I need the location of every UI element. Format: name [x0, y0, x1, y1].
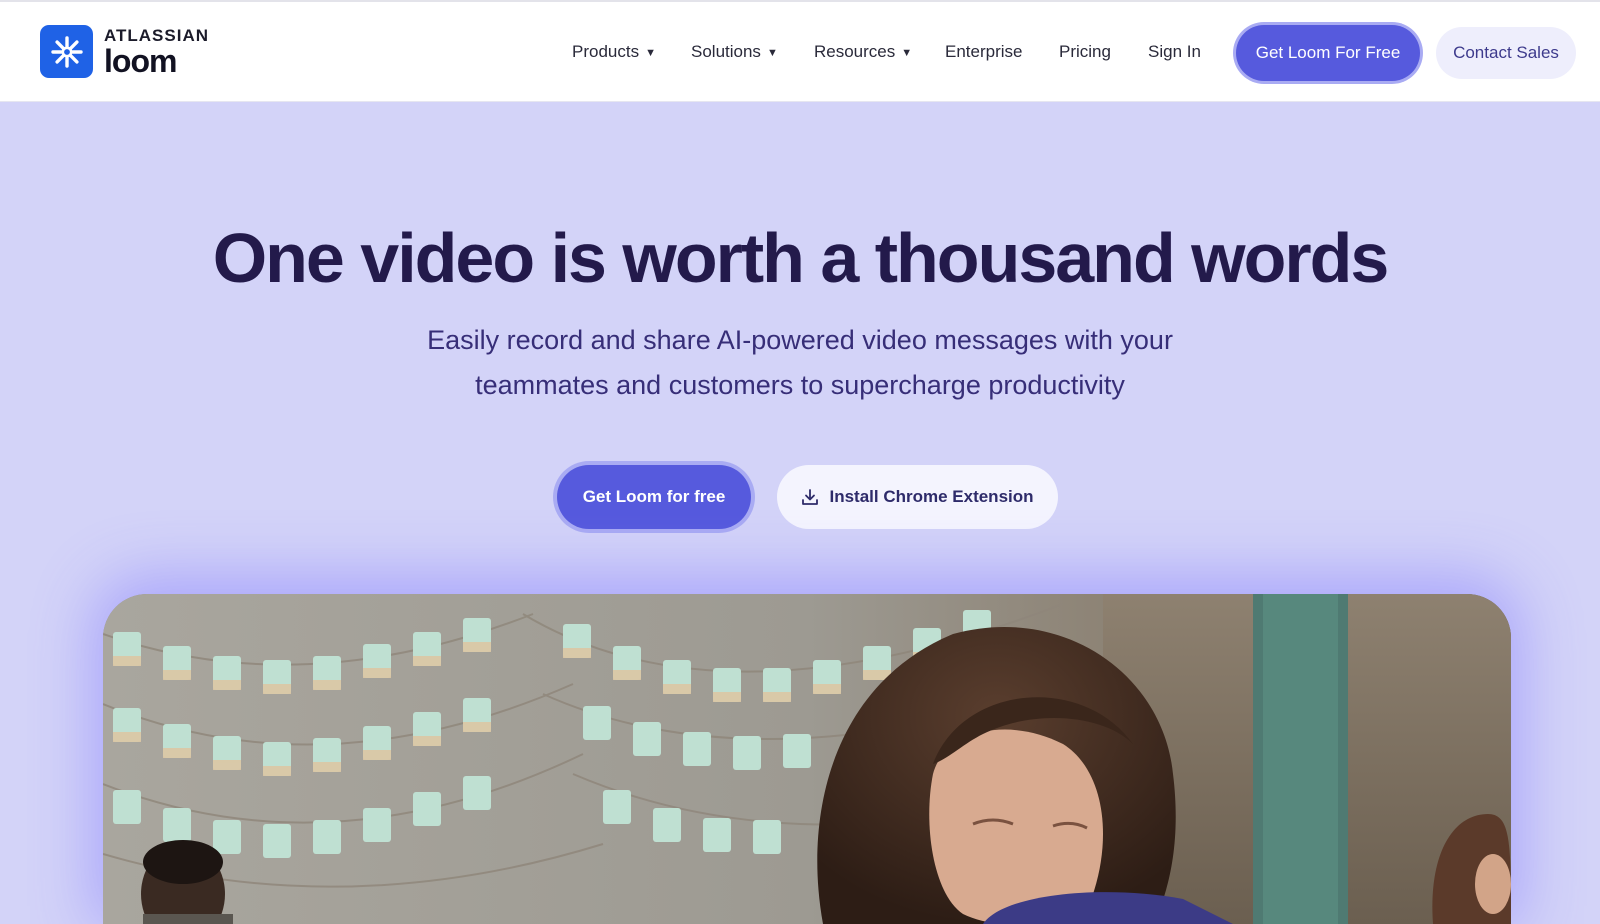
- hero-title: One video is worth a thousand words: [212, 219, 1390, 297]
- install-chrome-extension-label: Install Chrome Extension: [829, 487, 1034, 506]
- nav-solutions-label: Solutions: [691, 42, 761, 61]
- install-chrome-extension-button[interactable]: Install Chrome Extension: [777, 465, 1058, 529]
- nav-resources-label: Resources: [814, 42, 896, 61]
- nav-pricing-label: Pricing: [1059, 42, 1111, 61]
- nav-sign-in[interactable]: Sign In: [1148, 42, 1201, 62]
- nav-enterprise-label: Enterprise: [945, 42, 1023, 61]
- hero-subtitle: Easily record and share AI-powered video…: [380, 318, 1220, 408]
- main-nav: Products ▼ Solutions ▼ Resources ▼ Enter…: [0, 2, 1600, 102]
- nav-resources[interactable]: Resources ▼: [814, 42, 912, 62]
- nav-solutions[interactable]: Solutions ▼: [691, 42, 778, 62]
- contact-sales-button[interactable]: Contact Sales: [1436, 27, 1576, 79]
- nav-sign-in-label: Sign In: [1148, 42, 1201, 61]
- nav-products[interactable]: Products ▼: [572, 42, 656, 62]
- site-header: ATLASSIAN loom Products ▼ Solutions ▼ Re…: [0, 2, 1600, 102]
- get-loom-free-nav-button[interactable]: Get Loom For Free: [1236, 25, 1420, 81]
- hero-subtitle-line2: teammates and customers to supercharge p…: [475, 370, 1125, 400]
- caret-down-icon: ▼: [645, 47, 656, 59]
- nav-pricing[interactable]: Pricing: [1059, 42, 1111, 62]
- caret-down-icon: ▼: [901, 47, 913, 59]
- hero-video-image: [103, 594, 1511, 924]
- nav-enterprise[interactable]: Enterprise: [945, 42, 1022, 62]
- hero-video[interactable]: [103, 594, 1511, 924]
- nav-products-label: Products: [572, 42, 640, 61]
- get-loom-free-hero-button[interactable]: Get Loom for free: [557, 465, 751, 529]
- hero-subtitle-line1: Easily record and share AI-powered video…: [427, 325, 1173, 355]
- caret-down-icon: ▼: [766, 47, 778, 59]
- download-icon: [802, 489, 819, 505]
